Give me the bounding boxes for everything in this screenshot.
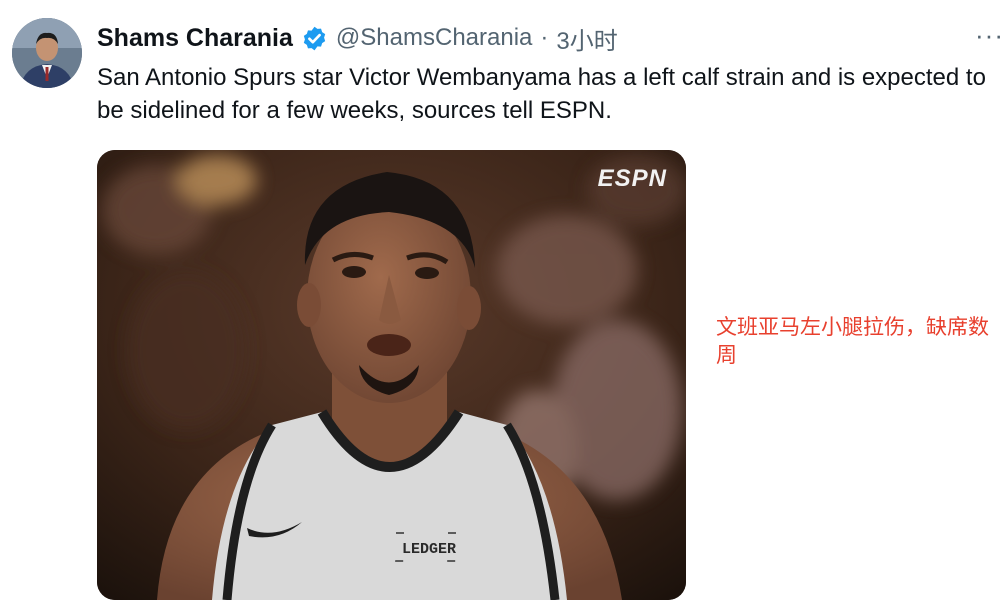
author-name[interactable]: Shams Charania (97, 24, 293, 53)
tweet-media-image[interactable]: LEDGER ESPN (97, 150, 686, 600)
author-avatar[interactable] (12, 18, 82, 88)
header-separator: · (540, 24, 549, 51)
verified-badge-icon (301, 25, 328, 52)
more-options-icon[interactable]: ··· (975, 20, 1004, 50)
espn-logo: ESPN (598, 165, 667, 192)
avatar-image (12, 18, 82, 88)
tweet-header: Shams Charania @ShamsCharania · 3小时 (97, 20, 618, 56)
tweet-text: San Antonio Spurs star Victor Wembanyama… (97, 64, 986, 124)
tweet-timestamp[interactable]: 3小时 (556, 21, 617, 56)
annotation-caption: 文班亚马左小腿拉伤，缺席数周 (716, 315, 989, 367)
author-handle[interactable]: @ShamsCharania (336, 24, 532, 52)
jersey-sponsor-text: LEDGER (402, 541, 456, 558)
